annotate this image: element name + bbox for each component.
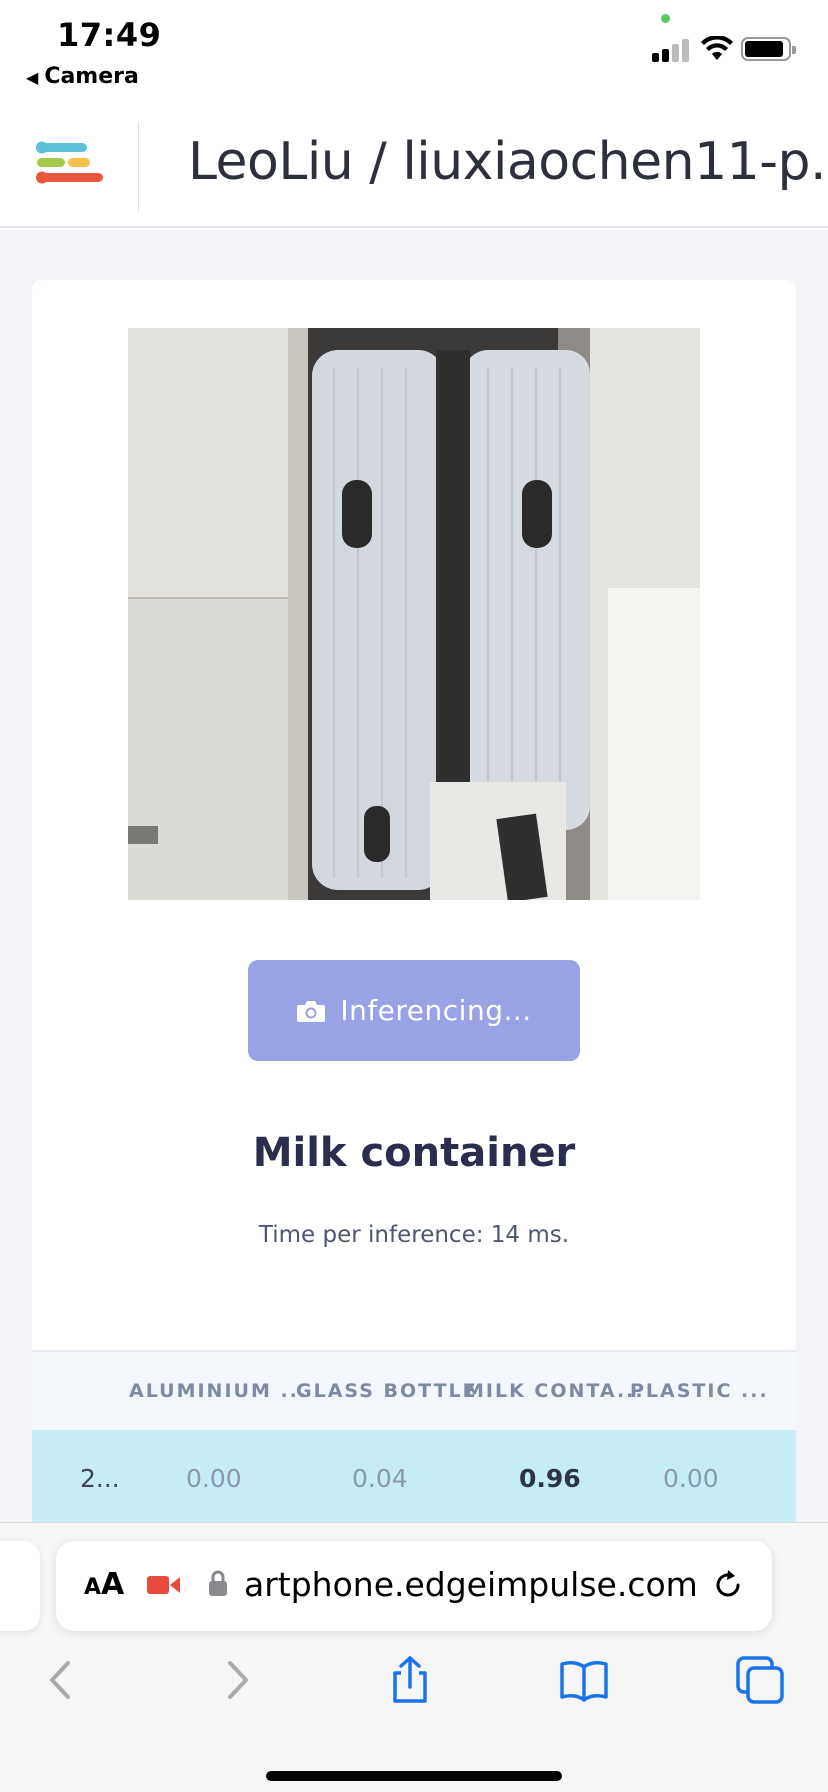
header-divider — [138, 122, 139, 212]
url-text[interactable]: artphone.edgeimpulse.com — [244, 1565, 698, 1604]
inferencing-button[interactable]: Inferencing... — [248, 960, 580, 1061]
back-to-app-link[interactable]: ◀ Camera — [26, 64, 139, 89]
row-timestamp: 2... — [80, 1464, 120, 1493]
cell-milk-container: 0.96 — [519, 1464, 581, 1493]
back-triangle-icon: ◀ — [26, 68, 39, 87]
cell-aluminium: 0.00 — [186, 1464, 242, 1493]
screen-record-icon[interactable] — [146, 1573, 182, 1597]
address-bar[interactable]: AA artphone.edgeimpulse.com — [56, 1541, 772, 1631]
reload-icon[interactable] — [710, 1567, 746, 1603]
tabs-icon[interactable] — [735, 1655, 785, 1705]
camera-icon — [297, 1000, 326, 1022]
previous-tab-preview[interactable] — [0, 1541, 40, 1631]
edge-impulse-logo-icon[interactable] — [35, 138, 105, 188]
cell-glass-bottle: 0.04 — [352, 1464, 408, 1493]
share-icon[interactable] — [385, 1655, 435, 1705]
chevron-right-icon[interactable] — [212, 1655, 262, 1705]
results-table-header: ALUMINIUM ... GLASS BOTTLE MILK CONTA...… — [32, 1350, 796, 1430]
text-size-button[interactable]: AA — [84, 1567, 124, 1602]
wifi-icon — [701, 36, 733, 60]
time-per-inference: Time per inference: 14 ms. — [258, 1222, 570, 1248]
result-label: Milk container — [252, 1130, 576, 1176]
cell-plastic: 0.00 — [663, 1464, 719, 1493]
safari-toolbar: AA artphone.edgeimpulse.com — [0, 1522, 828, 1792]
lock-icon — [209, 1570, 227, 1596]
camera-in-use-indicator — [661, 14, 670, 23]
back-app-label: Camera — [44, 64, 139, 89]
column-header-milk-container: MILK CONTA... — [465, 1380, 645, 1402]
column-header-glass-bottle: GLASS BOTTLE — [296, 1380, 478, 1402]
status-bar: 17:49 ◀ Camera — [0, 0, 828, 100]
table-row: 2... 0.00 0.04 0.96 0.00 — [32, 1430, 796, 1530]
book-icon[interactable] — [559, 1655, 609, 1705]
chevron-left-icon[interactable] — [36, 1655, 86, 1705]
app-header: LeoLiu / liuxiaochen11-p... — [0, 110, 828, 228]
column-header-aluminium: ALUMINIUM ... — [129, 1380, 309, 1402]
project-title: LeoLiu / liuxiaochen11-p... — [188, 132, 828, 192]
camera-preview-image — [128, 328, 700, 900]
battery-icon — [741, 37, 796, 61]
inferencing-button-label: Inferencing... — [340, 994, 532, 1027]
cellular-signal-icon — [652, 38, 692, 62]
home-indicator — [266, 1771, 562, 1781]
column-header-plastic: PLASTIC ... — [630, 1380, 769, 1402]
status-time: 17:49 — [57, 16, 162, 54]
classification-card: Inferencing... Milk container Time per i… — [32, 280, 796, 1530]
